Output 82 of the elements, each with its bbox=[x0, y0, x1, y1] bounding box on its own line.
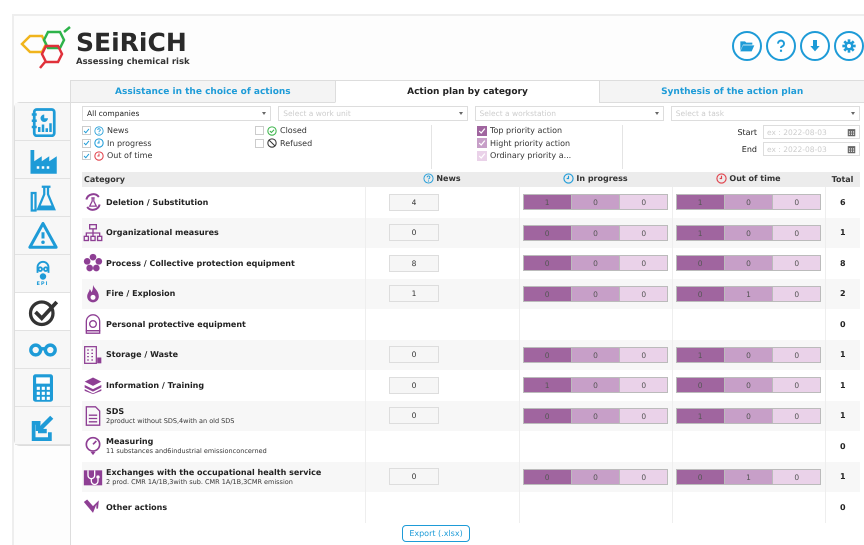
total-count: 1 bbox=[840, 380, 846, 390]
flask-cycle-icon bbox=[83, 192, 103, 212]
total-count: 1 bbox=[840, 411, 846, 420]
books-icon bbox=[83, 375, 103, 396]
caret-icon bbox=[654, 112, 659, 115]
export-button[interactable]: Export (.xlsx) bbox=[402, 524, 470, 542]
sidebar-tab[interactable] bbox=[15, 293, 71, 331]
clock-icon bbox=[94, 150, 104, 161]
logo-wordmark: SEiRiCH bbox=[76, 30, 188, 55]
priority-checkbox[interactable] bbox=[477, 150, 487, 161]
caret-icon bbox=[458, 112, 462, 115]
total-count: 0 bbox=[840, 442, 846, 451]
filter-label: Out of time bbox=[107, 151, 152, 160]
total-count: 1 bbox=[840, 228, 846, 238]
binoculars-icon bbox=[28, 342, 56, 356]
column-header: Category bbox=[84, 175, 125, 184]
filter-label: Top priority action bbox=[490, 126, 562, 136]
mask-icon bbox=[83, 314, 103, 334]
priority-checkbox[interactable] bbox=[477, 126, 487, 136]
forbidden-icon bbox=[267, 138, 277, 148]
date-label: End bbox=[742, 144, 757, 154]
filter-label: Hight priority action bbox=[490, 138, 570, 148]
category-name: Other actions bbox=[106, 502, 168, 512]
total-count: 0 bbox=[840, 320, 846, 329]
clock-icon bbox=[94, 138, 104, 148]
checkbox[interactable] bbox=[82, 138, 91, 148]
caret-icon bbox=[851, 112, 855, 115]
date-label: Start bbox=[737, 128, 757, 136]
filter-label: Refused bbox=[280, 138, 312, 148]
flower-icon bbox=[83, 253, 103, 274]
checkbox[interactable] bbox=[82, 151, 91, 160]
category-name: Information / Training bbox=[106, 380, 204, 390]
help-button[interactable] bbox=[766, 31, 796, 61]
checkbox[interactable] bbox=[255, 126, 264, 136]
logo-tagline: Assessing chemical risk bbox=[76, 57, 190, 67]
settings-icon bbox=[841, 38, 857, 54]
settings-button[interactable] bbox=[834, 31, 864, 61]
warning-icon bbox=[28, 220, 58, 250]
category-name: Storage / Waste bbox=[106, 350, 178, 360]
clock-icon bbox=[563, 173, 574, 184]
total-count: 1 bbox=[840, 350, 846, 360]
filter-label: News bbox=[107, 126, 129, 136]
category-name: Measuring bbox=[106, 437, 154, 446]
column-header: Out of time bbox=[729, 174, 781, 183]
tab[interactable]: Action plan by category bbox=[334, 81, 600, 103]
category-name: Organizational measures bbox=[106, 228, 219, 238]
priority-checkbox[interactable] bbox=[477, 138, 487, 148]
category-name: Fire / Explosion bbox=[106, 289, 176, 298]
gauge-icon bbox=[83, 436, 103, 456]
question-circle-icon bbox=[94, 126, 104, 136]
category-name: Process / Collective protection equipment bbox=[106, 258, 295, 268]
category-name: Exchanges with the occupational health service bbox=[106, 468, 322, 477]
tab[interactable]: Synthesis of the action plan bbox=[599, 81, 864, 103]
filter-label: Closed bbox=[280, 126, 307, 136]
filter-label: In progress bbox=[107, 138, 152, 148]
download-button[interactable] bbox=[800, 31, 830, 61]
total-count: 1 bbox=[840, 472, 846, 482]
folder-button[interactable] bbox=[732, 31, 762, 61]
lab-flask-icon bbox=[28, 182, 58, 212]
calendar-icon bbox=[847, 128, 856, 136]
building-icon bbox=[83, 344, 103, 365]
checkbox[interactable] bbox=[82, 126, 91, 136]
check-circle-icon bbox=[267, 126, 277, 136]
filter-label: Ordinary priority a... bbox=[490, 151, 572, 160]
column-header: In progress bbox=[576, 174, 628, 183]
category-name: Deletion / Substitution bbox=[106, 198, 208, 207]
org-chart-icon bbox=[83, 222, 103, 243]
total-count: 8 bbox=[840, 258, 846, 268]
tab[interactable]: Assistance in the choice of actions bbox=[71, 81, 335, 103]
question-circle-icon bbox=[423, 173, 434, 184]
clock-icon bbox=[716, 173, 728, 184]
category-name: SDS bbox=[106, 406, 126, 416]
calendar-icon bbox=[847, 144, 856, 154]
caret-icon bbox=[262, 112, 266, 115]
checkbox[interactable] bbox=[255, 138, 264, 148]
column-header: News bbox=[436, 174, 461, 183]
column-header: Total bbox=[832, 175, 854, 184]
total-count: 6 bbox=[840, 198, 846, 207]
total-count: 0 bbox=[840, 502, 846, 512]
category-name: Personal protective equipment bbox=[106, 320, 246, 329]
document-icon bbox=[83, 406, 103, 426]
total-count: 2 bbox=[840, 289, 846, 298]
